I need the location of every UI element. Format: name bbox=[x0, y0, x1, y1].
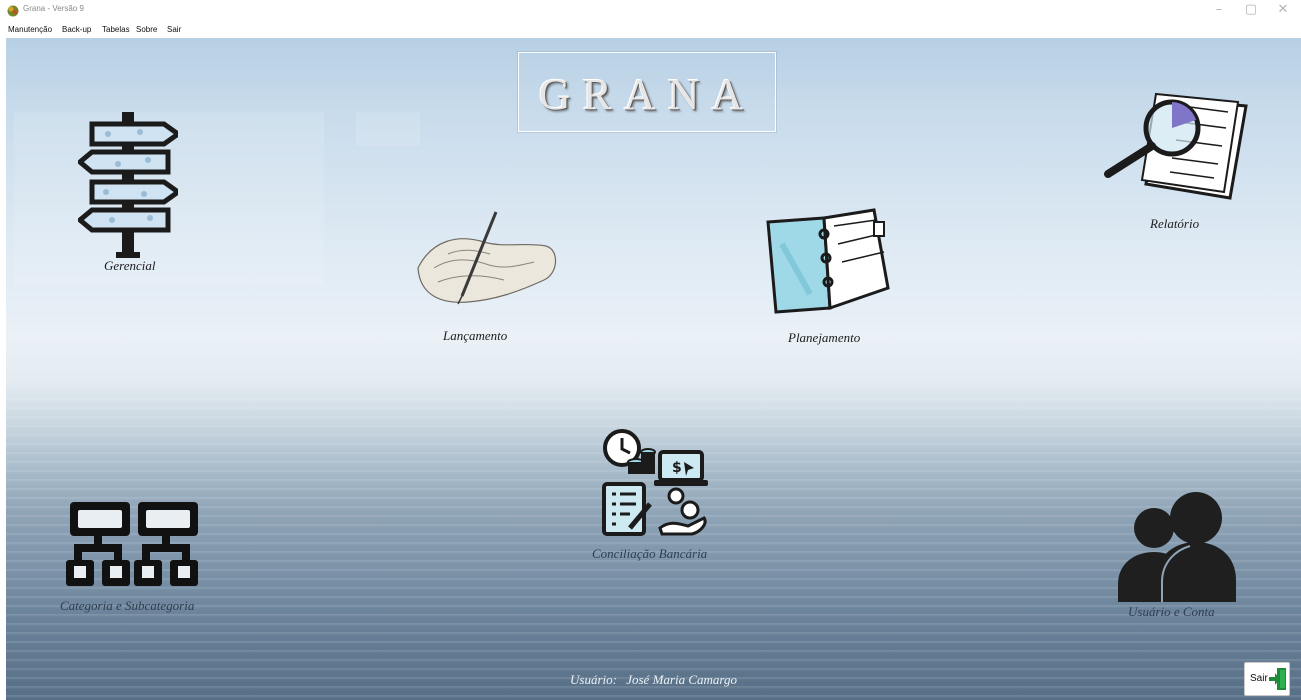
menu-tabelas[interactable]: Tabelas bbox=[102, 25, 130, 34]
exit-door-icon bbox=[1269, 668, 1286, 690]
close-button[interactable]: ✕ bbox=[1268, 2, 1298, 17]
report-magnifier-icon bbox=[1104, 92, 1248, 200]
app-logo: GRANA bbox=[518, 52, 776, 132]
hand-writing-icon bbox=[417, 211, 557, 305]
menu-manutencao[interactable]: Manutenção bbox=[8, 25, 52, 34]
logo-text: GRANA bbox=[538, 70, 756, 119]
tile-conciliacao-label: Conciliação Bancária bbox=[592, 546, 708, 561]
menu-sobre[interactable]: Sobre bbox=[136, 25, 157, 34]
tile-conciliacao[interactable]: $ Conciliação Bancária bbox=[590, 428, 730, 564]
exit-button-label: Sair bbox=[1250, 673, 1268, 684]
exit-button[interactable]: Sair bbox=[1244, 662, 1290, 696]
tile-usuario[interactable]: Usuário e Conta bbox=[1112, 490, 1262, 622]
background-haze bbox=[356, 112, 420, 146]
tile-planejamento-label: Planejamento bbox=[788, 330, 861, 345]
current-user: Usuário: José Maria Camargo bbox=[6, 672, 1301, 688]
maximize-button[interactable]: ▢ bbox=[1236, 2, 1266, 17]
tile-gerencial[interactable]: Gerencial bbox=[70, 104, 190, 284]
tile-lancamento[interactable]: Lançamento bbox=[412, 208, 562, 348]
signpost-icon bbox=[78, 112, 178, 258]
tile-planejamento[interactable]: Planejamento bbox=[758, 204, 898, 352]
window-title: Grana - Versão 9 bbox=[23, 4, 84, 13]
menu-backup[interactable]: Back-up bbox=[62, 25, 91, 34]
tile-relatorio-label: Relatório bbox=[1150, 216, 1200, 231]
title-bar: Grana - Versão 9 – ▢ ✕ bbox=[0, 0, 1301, 22]
tile-categoria-label: Categoria e Subcategoria bbox=[60, 598, 195, 613]
tile-usuario-label: Usuário e Conta bbox=[1128, 604, 1215, 619]
svg-text:$: $ bbox=[672, 460, 682, 476]
main-desktop: GRANA Gerencial Lançamento Planejamento … bbox=[6, 38, 1301, 700]
tile-relatorio[interactable]: Relatório bbox=[1100, 84, 1250, 236]
bank-reconciliation-icon: $ bbox=[602, 429, 708, 536]
tile-categoria[interactable]: Categoria e Subcategoria bbox=[54, 502, 224, 620]
users-icon bbox=[1118, 492, 1236, 602]
menu-bar: Manutenção Back-up Tabelas Sobre Sair bbox=[0, 22, 1301, 38]
menu-sair[interactable]: Sair bbox=[167, 25, 181, 34]
grana-app-icon bbox=[7, 5, 19, 17]
tile-gerencial-label: Gerencial bbox=[104, 258, 156, 273]
hierarchy-icon bbox=[66, 502, 198, 586]
user-label: Usuário: bbox=[570, 672, 617, 687]
planner-binder-icon bbox=[766, 208, 890, 314]
minimize-button[interactable]: – bbox=[1204, 2, 1234, 17]
user-name: José Maria Camargo bbox=[626, 672, 737, 687]
tile-lancamento-label: Lançamento bbox=[443, 328, 508, 343]
